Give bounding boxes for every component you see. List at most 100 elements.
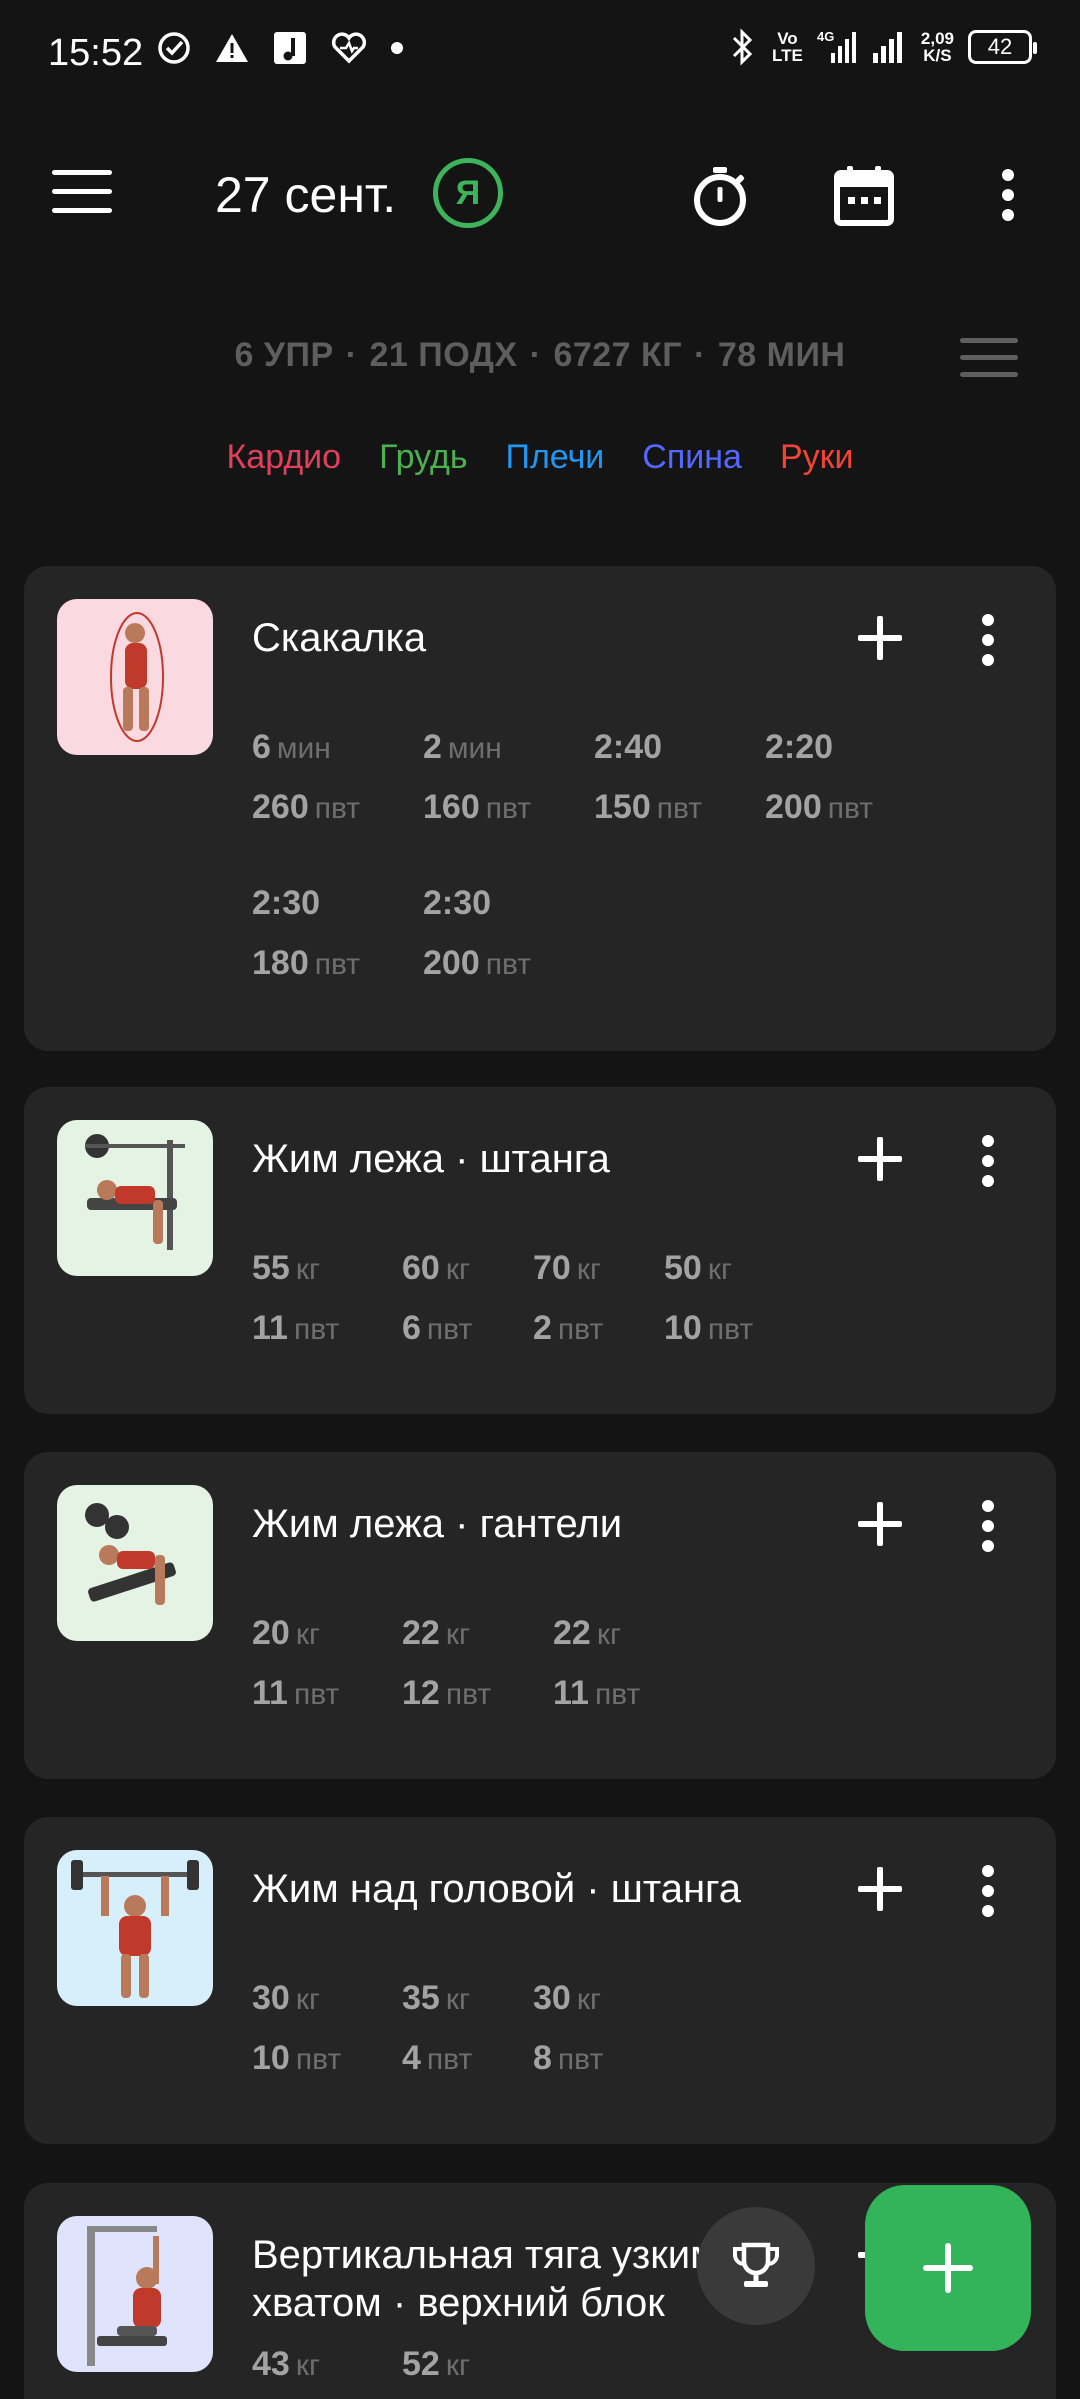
set-primary: 2 мин <box>423 728 502 766</box>
exercise-card[interactable]: Жим лежа · штанга 55 кг 11 пвт 60 кг 6 пвт 70 кг 2 п… <box>24 1087 1056 1414</box>
exercise-name[interactable]: Жим над головой · штанга <box>252 1865 872 1913</box>
set-primary: 35 кг <box>402 1979 470 2017</box>
set-reps: 200 пвт <box>423 944 531 982</box>
exercise-card[interactable]: Жим над головой · штанга 30 кг 10 пвт 35 кг 4 пв… <box>24 1817 1056 2144</box>
set-reps: 160 пвт <box>423 788 531 826</box>
trophy-button[interactable] <box>697 2207 815 2325</box>
set-entry[interactable]: 2:30 180 пвт <box>252 874 360 994</box>
set-entry[interactable]: 30 кг 10 пвт <box>252 1969 341 2089</box>
set-primary: 2:30 <box>252 884 321 922</box>
volte-indicator: Vo LTE <box>772 29 803 65</box>
exercise-thumbnail[interactable] <box>57 2216 213 2372</box>
exercise-more-icon[interactable] <box>974 1861 1004 1921</box>
muscle-chip[interactable]: Кардио <box>226 438 341 477</box>
set-entry[interactable]: 2 мин 160 пвт <box>423 718 531 838</box>
set-reps: 6 пвт <box>402 1309 473 1347</box>
muscle-chip[interactable]: Руки <box>780 438 854 477</box>
set-entry[interactable]: 20 кг 11 пвт <box>252 1604 339 1724</box>
exercise-thumbnail[interactable] <box>57 1850 213 2006</box>
set-entry[interactable]: 52 кг <box>402 2335 470 2395</box>
set-primary: 52 кг <box>402 2345 470 2383</box>
set-entry[interactable]: 2:20 200 пвт <box>765 718 873 838</box>
date-selector[interactable]: 27 сент. <box>215 166 396 224</box>
svg-text:4G: 4G <box>817 29 834 44</box>
set-entry[interactable]: 30 кг 8 пвт <box>533 1969 603 2089</box>
exercise-card[interactable]: Скакалка 6 мин 260 пвт 2 мин 160 пвт 2:40 150 пвт 2:… <box>24 566 1056 1051</box>
set-reps: 11 пвт <box>252 1309 340 1347</box>
status-bar: 15:52 Vo LTE 4G 2,09 K/S 42 <box>0 0 1080 110</box>
set-entry[interactable]: 22 кг 11 пвт <box>553 1604 640 1724</box>
dot-icon <box>391 42 403 54</box>
set-entry[interactable]: 35 кг 4 пвт <box>402 1969 472 2089</box>
set-primary: 2:30 <box>423 884 492 922</box>
set-reps: 11 пвт <box>252 1674 340 1712</box>
signal-icon <box>872 32 902 63</box>
exercise-name[interactable]: Жим лежа · гантели <box>252 1500 872 1548</box>
summary-volume: 6727 КГ <box>553 336 683 374</box>
muscle-chip[interactable]: Плечи <box>506 438 605 477</box>
exercise-more-icon[interactable] <box>974 610 1004 670</box>
exercise-more-icon[interactable] <box>974 1131 1004 1191</box>
set-primary: 30 кг <box>252 1979 320 2017</box>
set-entry[interactable]: 55 кг 11 пвт <box>252 1239 339 1359</box>
heart-icon <box>331 32 367 64</box>
notification-icons <box>156 30 404 66</box>
set-reps: 4 пвт <box>402 2039 473 2077</box>
add-set-icon[interactable] <box>850 1494 910 1554</box>
set-primary: 70 кг <box>533 1249 601 1287</box>
set-entry[interactable]: 43 кг <box>252 2335 320 2395</box>
battery-indicator: 42 <box>968 30 1037 64</box>
set-reps: 8 пвт <box>533 2039 604 2077</box>
set-reps: 180 пвт <box>252 944 360 982</box>
check-circle-icon <box>158 32 190 64</box>
add-set-icon[interactable] <box>850 1859 910 1919</box>
set-entry[interactable]: 2:40 150 пвт <box>594 718 702 838</box>
exercise-thumbnail[interactable] <box>57 1120 213 1276</box>
exercise-thumbnail[interactable] <box>57 1485 213 1641</box>
today-button[interactable]: Я <box>433 158 503 228</box>
muscle-chip[interactable]: Грудь <box>379 438 467 477</box>
exercise-card[interactable]: Жим лежа · гантели 20 кг 11 пвт 22 кг 12 пвт 22 кг… <box>24 1452 1056 1779</box>
set-entry[interactable]: 50 кг 10 пвт <box>664 1239 753 1359</box>
set-primary: 2:40 <box>594 728 663 766</box>
set-reps: 10 пвт <box>252 2039 342 2077</box>
timer-icon[interactable] <box>685 160 755 230</box>
set-entry[interactable]: 60 кг 6 пвт <box>402 1239 472 1359</box>
set-primary: 22 кг <box>553 1614 621 1652</box>
exercise-name[interactable]: Вертикальная тяга узким хватом · верхний… <box>252 2231 722 2327</box>
add-exercise-fab[interactable] <box>865 2185 1031 2351</box>
set-reps: 200 пвт <box>765 788 873 826</box>
muscle-group-filters: Кардио Грудь Плечи Спина Руки <box>0 438 1080 477</box>
set-entry[interactable]: 22 кг 12 пвт <box>402 1604 491 1724</box>
set-reps: 12 пвт <box>402 1674 492 1712</box>
exercise-name[interactable]: Жим лежа · штанга <box>252 1135 872 1183</box>
add-set-icon[interactable] <box>850 1129 910 1189</box>
more-vertical-icon[interactable] <box>973 160 1043 230</box>
summary-duration: 78 МИН <box>717 336 846 374</box>
set-reps: 2 пвт <box>533 1309 604 1347</box>
exercise-name[interactable]: Скакалка <box>252 614 872 662</box>
status-time: 15:52 <box>48 32 144 74</box>
add-set-icon[interactable] <box>850 608 910 668</box>
set-entry[interactable]: 6 мин 260 пвт <box>252 718 360 838</box>
system-icons: Vo LTE 4G 2,09 K/S 42 <box>728 28 1037 66</box>
workout-summary: 6 УПР · 21 ПОДХ · 6727 КГ · 78 МИН <box>234 336 846 374</box>
muscle-chip[interactable]: Спина <box>642 438 742 477</box>
set-primary: 20 кг <box>252 1614 320 1652</box>
set-primary: 60 кг <box>402 1249 470 1287</box>
set-primary: 30 кг <box>533 1979 601 2017</box>
data-speed: 2,09 K/S <box>920 29 954 65</box>
exercise-thumbnail[interactable] <box>57 599 213 755</box>
calendar-icon[interactable] <box>829 160 899 230</box>
set-entry[interactable]: 70 кг 2 пвт <box>533 1239 603 1359</box>
set-primary: 50 кг <box>664 1249 732 1287</box>
top-app-bar: 27 сент. Я <box>0 120 1080 265</box>
set-primary: 2:20 <box>765 728 834 766</box>
exercise-more-icon[interactable] <box>974 1496 1004 1556</box>
set-primary: 22 кг <box>402 1614 470 1652</box>
bluetooth-icon <box>732 28 753 66</box>
set-entry[interactable]: 2:30 200 пвт <box>423 874 531 994</box>
signal-icon: 4G <box>817 29 856 63</box>
sort-icon[interactable] <box>960 338 1018 380</box>
hamburger-menu-icon[interactable] <box>52 170 112 216</box>
